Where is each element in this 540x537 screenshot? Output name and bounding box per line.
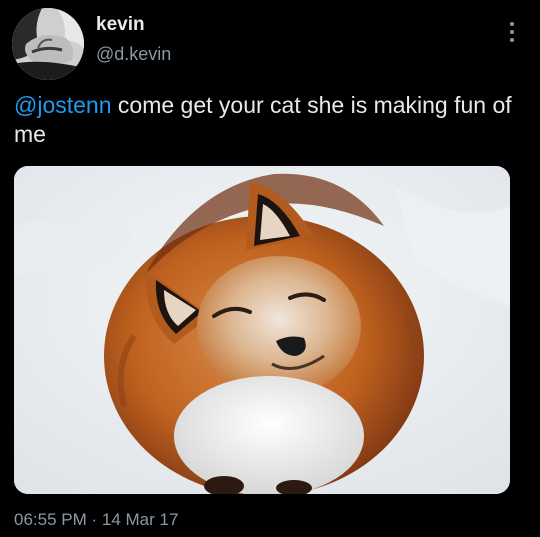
author-display-name[interactable]: kevin [96,14,145,36]
more-vertical-icon [510,38,514,42]
avatar-image [12,8,84,80]
more-vertical-icon [510,30,514,34]
avatar[interactable] [12,8,84,80]
more-vertical-icon [510,22,514,26]
more-options-button[interactable] [500,18,524,46]
tweet: kevin @d.kevin @jostenn come get your ca… [0,0,540,537]
mention-link[interactable]: @jostenn [14,92,112,118]
fox-photo [14,166,510,494]
timestamp-separator: · [86,510,102,529]
tweet-timestamp[interactable]: 06:55 PM · 14 Mar 17 [14,510,178,530]
tweet-text: @jostenn come get your cat she is making… [14,91,526,149]
timestamp-time: 06:55 PM [14,510,87,529]
author-handle[interactable]: @d.kevin [96,44,171,65]
timestamp-date: 14 Mar 17 [101,510,179,529]
tweet-photo[interactable] [14,166,510,494]
